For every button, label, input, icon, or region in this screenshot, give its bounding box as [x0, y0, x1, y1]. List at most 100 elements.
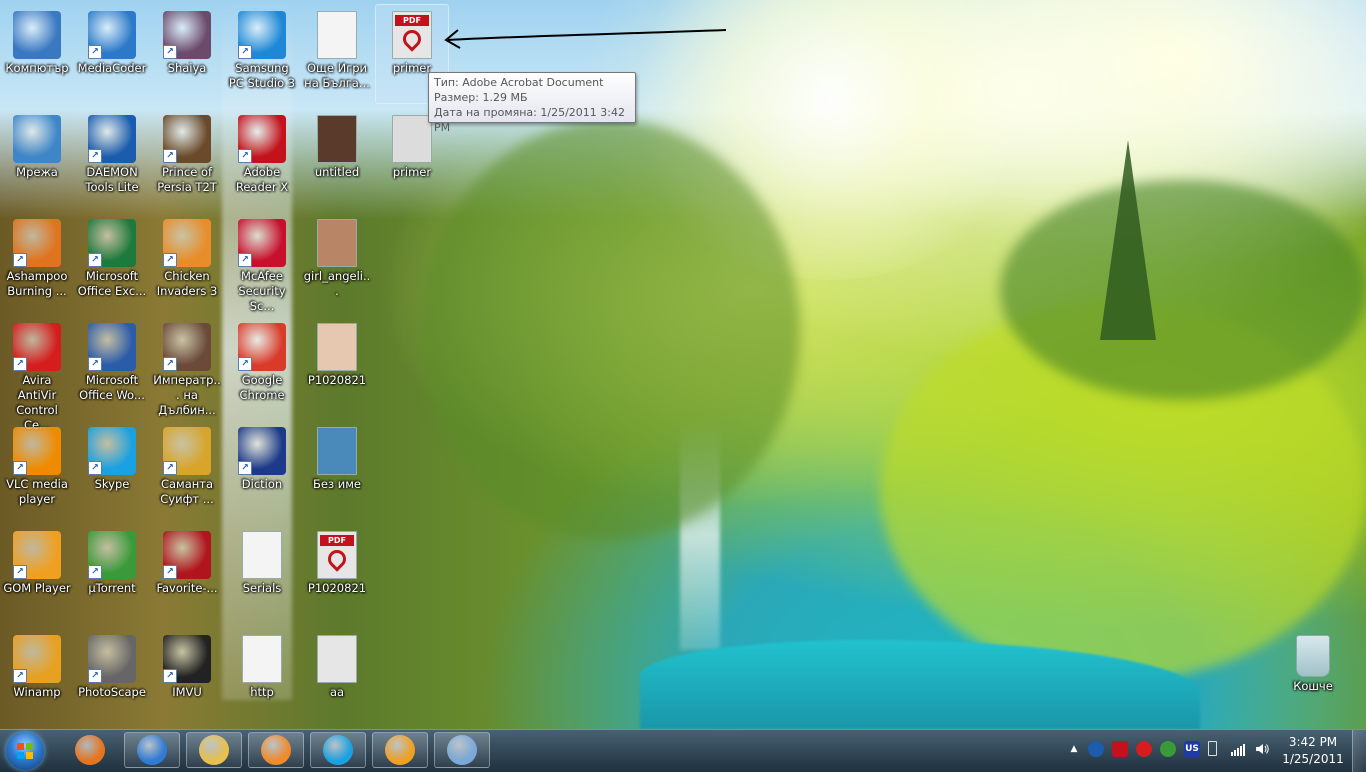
taskbar-button[interactable] [248, 732, 304, 768]
desktop-icon[interactable]: Още Игри на Бълга... [300, 4, 374, 104]
show-hidden-icons-button[interactable]: ▲ [1066, 741, 1082, 757]
desktop-icon[interactable]: ↗ Adobe Reader X [225, 108, 299, 208]
desktop-icon-recycle-bin[interactable]: Кошче [1276, 628, 1350, 728]
desktop-icon[interactable]: ↗ VLC media player [0, 420, 74, 520]
desktop-icon[interactable]: Мрежа [0, 108, 74, 208]
desktop-icon[interactable]: ↗ Samsung PC Studio 3 [225, 4, 299, 104]
avira-tray-icon[interactable] [1136, 741, 1152, 757]
desktop-icon[interactable]: ↗ Winamp [0, 628, 74, 728]
icon-label: untitled [314, 165, 360, 179]
network-signal-icon[interactable] [1230, 741, 1246, 757]
icon-label: http [250, 685, 274, 699]
desktop-icon[interactable]: ↗ Ashampoo Burning ... [0, 212, 74, 312]
desktop-icon[interactable]: girl_angeli... [300, 212, 374, 312]
shortcut-arrow-icon: ↗ [163, 45, 177, 59]
game-icon: ↗ [163, 323, 211, 371]
desktop-icon[interactable]: untitled [300, 108, 374, 208]
photo-thumbnail-icon [317, 115, 357, 163]
clock-date: 1/25/2011 [1282, 752, 1344, 766]
desktop-icon[interactable]: ↗ Императр... на Дълбин... [150, 316, 224, 417]
taskbar-button[interactable] [62, 732, 118, 768]
icon-label: Още Игри на Бълга... [304, 61, 370, 90]
desktop-icon[interactable]: ↗ GOM Player [0, 524, 74, 624]
vlc-icon: ↗ [13, 427, 61, 475]
photo-thumbnail-icon [317, 323, 357, 371]
acrobat-logo-icon [399, 26, 425, 52]
firefox-icon [75, 735, 105, 765]
desktop-icon[interactable]: PDF P1020821 [300, 524, 374, 624]
desktop-icon[interactable]: ↗ Shaiya [150, 4, 224, 104]
desktop-icon[interactable]: Serials [225, 524, 299, 624]
icon-label: DAEMON Tools Lite [85, 165, 139, 194]
system-clock[interactable]: 3:42 PM 1/25/2011 [1276, 734, 1350, 768]
icon-label: Favorite-... [156, 581, 218, 595]
start-button[interactable] [6, 732, 44, 770]
desktop-icon[interactable]: ↗ µTorrent [75, 524, 149, 624]
tooltip-modified: Дата на промяна: 1/25/2011 3:42 PM [434, 106, 625, 134]
icon-label: Samsung PC Studio 3 [228, 61, 296, 90]
battery-icon[interactable] [1208, 741, 1217, 756]
desktop-icon[interactable]: ↗ Microsoft Office Wo... [75, 316, 149, 416]
language-indicator[interactable]: US [1184, 741, 1200, 757]
gom-player-icon [385, 735, 415, 765]
shortcut-arrow-icon: ↗ [163, 149, 177, 163]
taskbar: ▲ US 3:42 PM 1/25/2011 [0, 729, 1366, 772]
shortcut-arrow-icon: ↗ [88, 565, 102, 579]
show-desktop-button[interactable] [1352, 730, 1366, 772]
paint-icon [447, 735, 477, 765]
desktop-icon[interactable]: ↗ Microsoft Office Exc... [75, 212, 149, 312]
daemon-tools-tray-icon[interactable] [1088, 741, 1104, 757]
pdf-badge: PDF [320, 535, 354, 546]
taskbar-button[interactable] [186, 732, 242, 768]
volume-icon[interactable] [1254, 741, 1270, 757]
forest-foliage [420, 120, 800, 540]
desktop-icon[interactable]: ↗ Саманта Суифт ... [150, 420, 224, 520]
computer-icon [13, 11, 61, 59]
photoscape-icon: ↗ [88, 635, 136, 683]
desktop-icon[interactable]: ↗ PhotoScape [75, 628, 149, 728]
desktop-icon[interactable]: Компютър [0, 4, 74, 104]
taskbar-button[interactable] [434, 732, 490, 768]
desktop-icon[interactable]: ↗ Avira AntiVir Control Ce... [0, 316, 74, 432]
icon-label: Мрежа [16, 165, 58, 179]
utorrent-tray-icon[interactable] [1160, 741, 1176, 757]
desktop-icon[interactable]: ↗ Prince of Persia T2T [150, 108, 224, 208]
desktop-icon[interactable]: ↗ Diction [225, 420, 299, 520]
desktop-icon[interactable]: aa [300, 628, 374, 728]
taskbar-button[interactable] [372, 732, 428, 768]
desktop-icon[interactable]: ↗ MediaCoder [75, 4, 149, 104]
desktop-icon[interactable]: ↗ Skype [75, 420, 149, 520]
chicken-invaders-icon: ↗ [163, 219, 211, 267]
image-thumbnail-icon [392, 115, 432, 163]
tooltip-size: Размер: 1.29 МБ [434, 91, 528, 104]
action-center-flag-icon[interactable] [1112, 741, 1128, 757]
skype-icon [323, 735, 353, 765]
media-player-icon [261, 735, 291, 765]
chrome-icon: ↗ [238, 323, 286, 371]
desktop-icon[interactable]: http [225, 628, 299, 728]
desktop-icon[interactable]: Без име [300, 420, 374, 520]
icon-label: Adobe Reader X [235, 165, 289, 194]
desktop-icon[interactable]: ↗ McAfee Security Sc... [225, 212, 299, 313]
desktop-icon[interactable]: ↗ Chicken Invaders 3 [150, 212, 224, 312]
taskbar-button[interactable] [124, 732, 180, 768]
gom-player-icon: ↗ [13, 531, 61, 579]
desktop-icon[interactable]: ↗ Favorite-... [150, 524, 224, 624]
desktop[interactable]: Компютър ↗ MediaCoder ↗ Shaiya ↗ Samsung PC St… [0, 0, 1366, 729]
taskbar-button[interactable] [310, 732, 366, 768]
avira-icon: ↗ [13, 323, 61, 371]
icon-label: McAfee Security Sc... [238, 269, 286, 313]
adobe-reader-icon: ↗ [238, 115, 286, 163]
shortcut-arrow-icon: ↗ [13, 253, 27, 267]
desktop-icon[interactable]: ↗ IMVU [150, 628, 224, 728]
shortcut-arrow-icon: ↗ [163, 357, 177, 371]
desktop-icon[interactable]: P1020821 [300, 316, 374, 416]
icon-label: Microsoft Office Exc... [77, 269, 147, 298]
samsung-pc-studio-icon: ↗ [238, 11, 286, 59]
desktop-icon[interactable]: ↗ Google Chrome [225, 316, 299, 416]
image-thumbnail-icon [317, 427, 357, 475]
desktop-icon[interactable]: ↗ DAEMON Tools Lite [75, 108, 149, 208]
shortcut-arrow-icon: ↗ [238, 253, 252, 267]
pdf-badge: PDF [395, 15, 429, 26]
tree-line [1000, 180, 1366, 400]
